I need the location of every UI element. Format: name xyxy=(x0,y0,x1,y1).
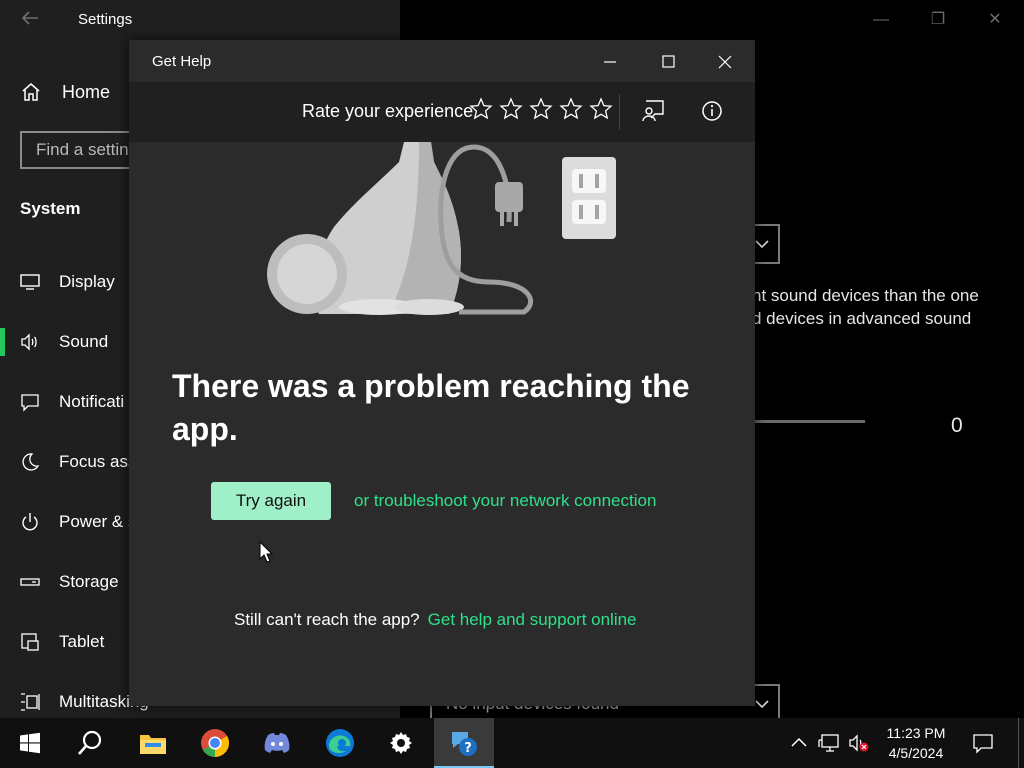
display-icon xyxy=(20,274,40,290)
edge-icon xyxy=(326,729,354,757)
settings-titlebar: — ❐ ✕ xyxy=(0,0,1024,40)
sidebar-item-label: Sound xyxy=(59,332,109,351)
tablet-icon xyxy=(21,633,39,651)
still-cant-reach-text: Still can't reach the app? xyxy=(234,610,420,629)
toolbar-divider xyxy=(619,94,620,130)
get-help-toolbar: Rate your experience xyxy=(129,82,755,142)
star-icon[interactable] xyxy=(469,97,493,121)
show-desktop-divider[interactable] xyxy=(1018,718,1019,768)
taskbar-app-settings[interactable] xyxy=(371,718,431,768)
sidebar-item-label: Power & s xyxy=(59,512,137,531)
sound-description-line: nt sound devices than the one xyxy=(752,286,979,305)
error-heading: There was a problem reaching the app. xyxy=(172,368,690,447)
taskbar-search-button[interactable] xyxy=(60,718,120,768)
restore-icon[interactable]: ❐ xyxy=(926,8,950,32)
notifications-icon xyxy=(21,394,39,412)
sound-description-line: d devices in advanced sound xyxy=(752,309,972,328)
taskbar-app-chrome[interactable] xyxy=(185,718,245,768)
sound-icon xyxy=(21,333,37,351)
info-icon[interactable] xyxy=(699,98,725,124)
taskbar: ? 11:23 PM 4/5/2024 xyxy=(0,718,1024,768)
start-icon xyxy=(20,732,40,754)
chevron-down-icon xyxy=(755,240,769,249)
chevron-up-icon[interactable] xyxy=(788,732,810,754)
file-explorer-icon xyxy=(140,735,166,754)
volume-value: 0 xyxy=(951,414,963,437)
search-icon xyxy=(78,730,102,755)
unplugged-cat-illustration xyxy=(267,142,616,315)
close-icon[interactable]: ✕ xyxy=(983,8,1007,32)
rating-stars xyxy=(469,97,613,121)
chrome-icon xyxy=(201,729,229,757)
maximize-icon[interactable] xyxy=(654,49,682,75)
rate-experience-label: Rate your experience xyxy=(302,101,474,121)
taskbar-app-edge[interactable] xyxy=(310,718,370,768)
focus-assist-icon xyxy=(22,453,40,471)
get-help-titlebar: Get Help xyxy=(129,40,755,82)
star-icon[interactable] xyxy=(559,97,583,121)
action-center-icon[interactable] xyxy=(972,732,994,754)
selected-indicator xyxy=(0,328,5,356)
minimize-icon[interactable] xyxy=(596,49,624,75)
sidebar-item-label: Storage xyxy=(59,572,119,591)
sidebar-item-label: Tablet xyxy=(59,632,105,651)
star-icon[interactable] xyxy=(529,97,553,121)
svg-text:?: ? xyxy=(464,741,472,756)
star-icon[interactable] xyxy=(499,97,523,121)
clock-time: 11:23 PM xyxy=(886,725,946,741)
get-help-icon: ? xyxy=(452,732,477,756)
mouse-cursor-icon xyxy=(259,541,273,563)
settings-icon xyxy=(390,732,412,754)
storage-icon xyxy=(20,578,40,586)
nav-home[interactable]: Home xyxy=(20,80,110,104)
sidebar-item-label: Display xyxy=(59,272,115,291)
volume-slider[interactable] xyxy=(752,420,865,423)
support-online-link[interactable]: Get help and support online xyxy=(428,610,637,629)
volume-muted-icon[interactable] xyxy=(848,732,870,754)
still-cant-reach-row: Still can't reach the app? Get help and s… xyxy=(234,610,637,630)
home-label: Home xyxy=(62,81,111,102)
clock-date: 4/5/2024 xyxy=(888,745,944,761)
power-icon xyxy=(22,513,38,531)
network-icon[interactable] xyxy=(818,732,840,754)
star-icon[interactable] xyxy=(589,97,613,121)
minimize-icon[interactable]: — xyxy=(869,8,893,32)
taskbar-app-get-help[interactable]: ? xyxy=(434,718,494,768)
section-title: System xyxy=(20,199,81,218)
sidebar-item-label: Notificati xyxy=(59,392,125,411)
system-clock[interactable]: 11:23 PM 4/5/2024 xyxy=(876,723,956,763)
get-help-window: Get Help Rate your experience There was … xyxy=(129,40,755,706)
try-again-button[interactable]: Try again xyxy=(211,482,331,520)
feedback-icon[interactable] xyxy=(640,98,666,124)
chevron-down-icon xyxy=(755,700,769,709)
start-button[interactable] xyxy=(0,718,60,768)
troubleshoot-network-link[interactable]: or troubleshoot your network connection xyxy=(354,491,656,511)
close-icon[interactable] xyxy=(711,49,739,75)
taskbar-app-file-explorer[interactable] xyxy=(123,718,183,768)
home-icon xyxy=(22,83,40,101)
multitasking-icon xyxy=(21,693,40,711)
get-help-title: Get Help xyxy=(152,53,212,70)
taskbar-app-discord[interactable] xyxy=(247,718,307,768)
discord-icon xyxy=(264,733,290,753)
sidebar-item-label: Focus ass xyxy=(59,452,137,471)
